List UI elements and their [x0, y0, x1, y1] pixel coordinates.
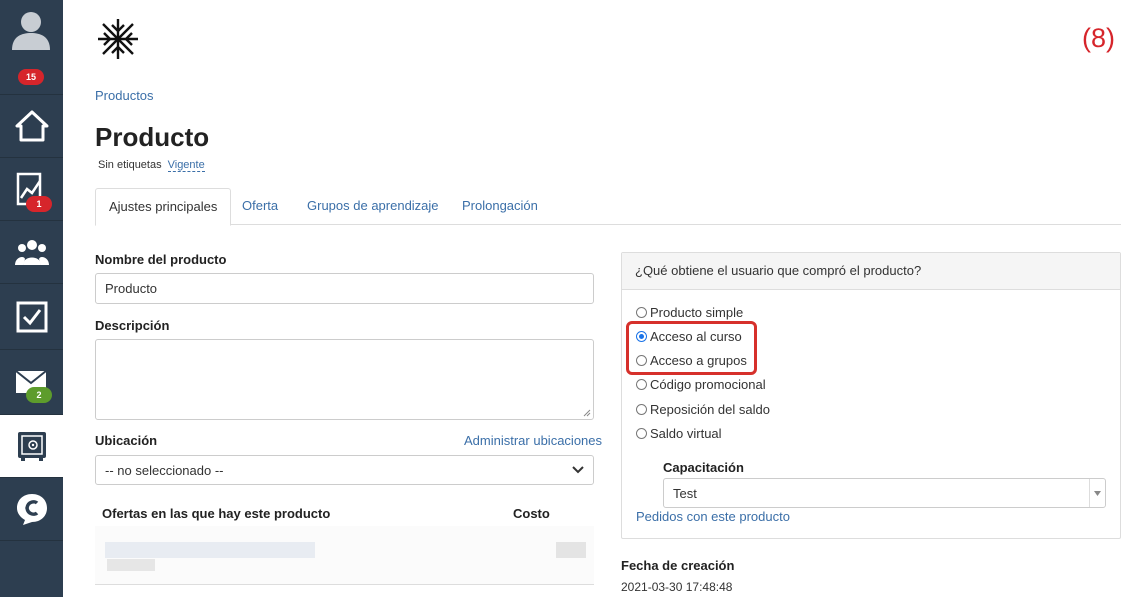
- location-select[interactable]: -- no seleccionado --: [95, 455, 594, 485]
- radio-label: Saldo virtual: [650, 425, 722, 441]
- training-select-value: Test: [673, 485, 697, 501]
- sidebar-item-shop[interactable]: [0, 415, 63, 478]
- sidebar-item-home[interactable]: [0, 95, 63, 158]
- creation-date-value: 2021-03-30 17:48:48: [621, 580, 733, 594]
- sidebar-item-stats[interactable]: 1: [0, 158, 63, 221]
- caret-down-icon: [1094, 490, 1101, 496]
- tags-label: Sin etiquetas: [98, 159, 162, 171]
- notifications-badge[interactable]: 15: [18, 69, 44, 85]
- chevron-down-icon: [572, 466, 584, 474]
- radio-button[interactable]: [636, 378, 647, 390]
- messages-badge: 2: [26, 387, 52, 403]
- tab-extension[interactable]: Prolongación: [449, 188, 551, 225]
- sidebar-item-chat[interactable]: [0, 478, 63, 541]
- radio-label: Reposición del saldo: [650, 401, 770, 417]
- tab-offer[interactable]: Oferta: [229, 188, 291, 225]
- checkbox-icon: [16, 301, 47, 332]
- highlight-box: [626, 321, 757, 375]
- cost-column-header: Costo: [513, 506, 550, 521]
- tab-bar: Ajustes principales Oferta Grupos de apr…: [95, 188, 1121, 226]
- table-row: [95, 526, 594, 584]
- offers-column-header: Ofertas en las que hay este producto: [102, 506, 331, 521]
- creation-date-label: Fecha de creación: [621, 558, 735, 573]
- radio-label: Producto simple: [650, 304, 744, 320]
- step-counter: (8): [1082, 23, 1115, 53]
- tab-main-settings[interactable]: Ajustes principales: [95, 188, 232, 226]
- radio-button[interactable]: [636, 427, 647, 439]
- select-arrow[interactable]: [1089, 479, 1105, 507]
- sidebar: 15 1 2: [0, 0, 63, 597]
- chat-icon: [16, 494, 47, 525]
- radio-simple-product[interactable]: Producto simple: [636, 303, 743, 321]
- description-label: Descripción: [95, 318, 170, 333]
- resize-handle-icon[interactable]: [583, 409, 591, 417]
- product-name-label: Nombre del producto: [95, 252, 227, 267]
- location-label: Ubicación: [95, 433, 158, 448]
- radio-virtual-balance[interactable]: Saldo virtual: [636, 424, 722, 442]
- home-icon: [15, 110, 48, 142]
- manage-locations-link[interactable]: Administrar ubicaciones: [464, 433, 602, 448]
- company-logo: [98, 19, 138, 59]
- page-title: Producto: [95, 122, 210, 152]
- product-name-input[interactable]: Producto: [95, 273, 594, 304]
- tab-learning-groups[interactable]: Grupos de aprendizaje: [294, 188, 452, 225]
- panel-question: ¿Qué obtiene el usuario que compró el pr…: [622, 253, 1120, 290]
- radio-promo-code[interactable]: Código promocional: [636, 375, 766, 393]
- radio-label: Código promocional: [650, 376, 766, 392]
- training-select[interactable]: Test: [663, 478, 1106, 508]
- radio-balance-refill[interactable]: Reposición del saldo: [636, 400, 770, 418]
- radio-button[interactable]: [636, 306, 647, 318]
- tags-row: Sin etiquetas Vigente: [98, 159, 205, 172]
- orders-link[interactable]: Pedidos con este producto: [636, 509, 790, 524]
- user-avatar-icon: [12, 12, 50, 50]
- sidebar-item-messages[interactable]: 2: [0, 350, 63, 415]
- status-link[interactable]: Vigente: [167, 159, 205, 172]
- description-textarea[interactable]: [95, 339, 594, 420]
- radio-button[interactable]: [636, 403, 647, 415]
- sidebar-user[interactable]: 15: [0, 0, 63, 95]
- stats-badge: 1: [26, 196, 52, 212]
- breadcrumb[interactable]: Productos: [95, 88, 154, 103]
- training-label: Capacitación: [663, 460, 744, 475]
- location-select-value: -- no seleccionado --: [105, 462, 224, 478]
- table-divider: [95, 584, 594, 585]
- sidebar-item-users[interactable]: [0, 221, 63, 284]
- users-icon: [14, 240, 49, 265]
- safe-icon: [17, 432, 46, 461]
- sidebar-item-tasks[interactable]: [0, 284, 63, 350]
